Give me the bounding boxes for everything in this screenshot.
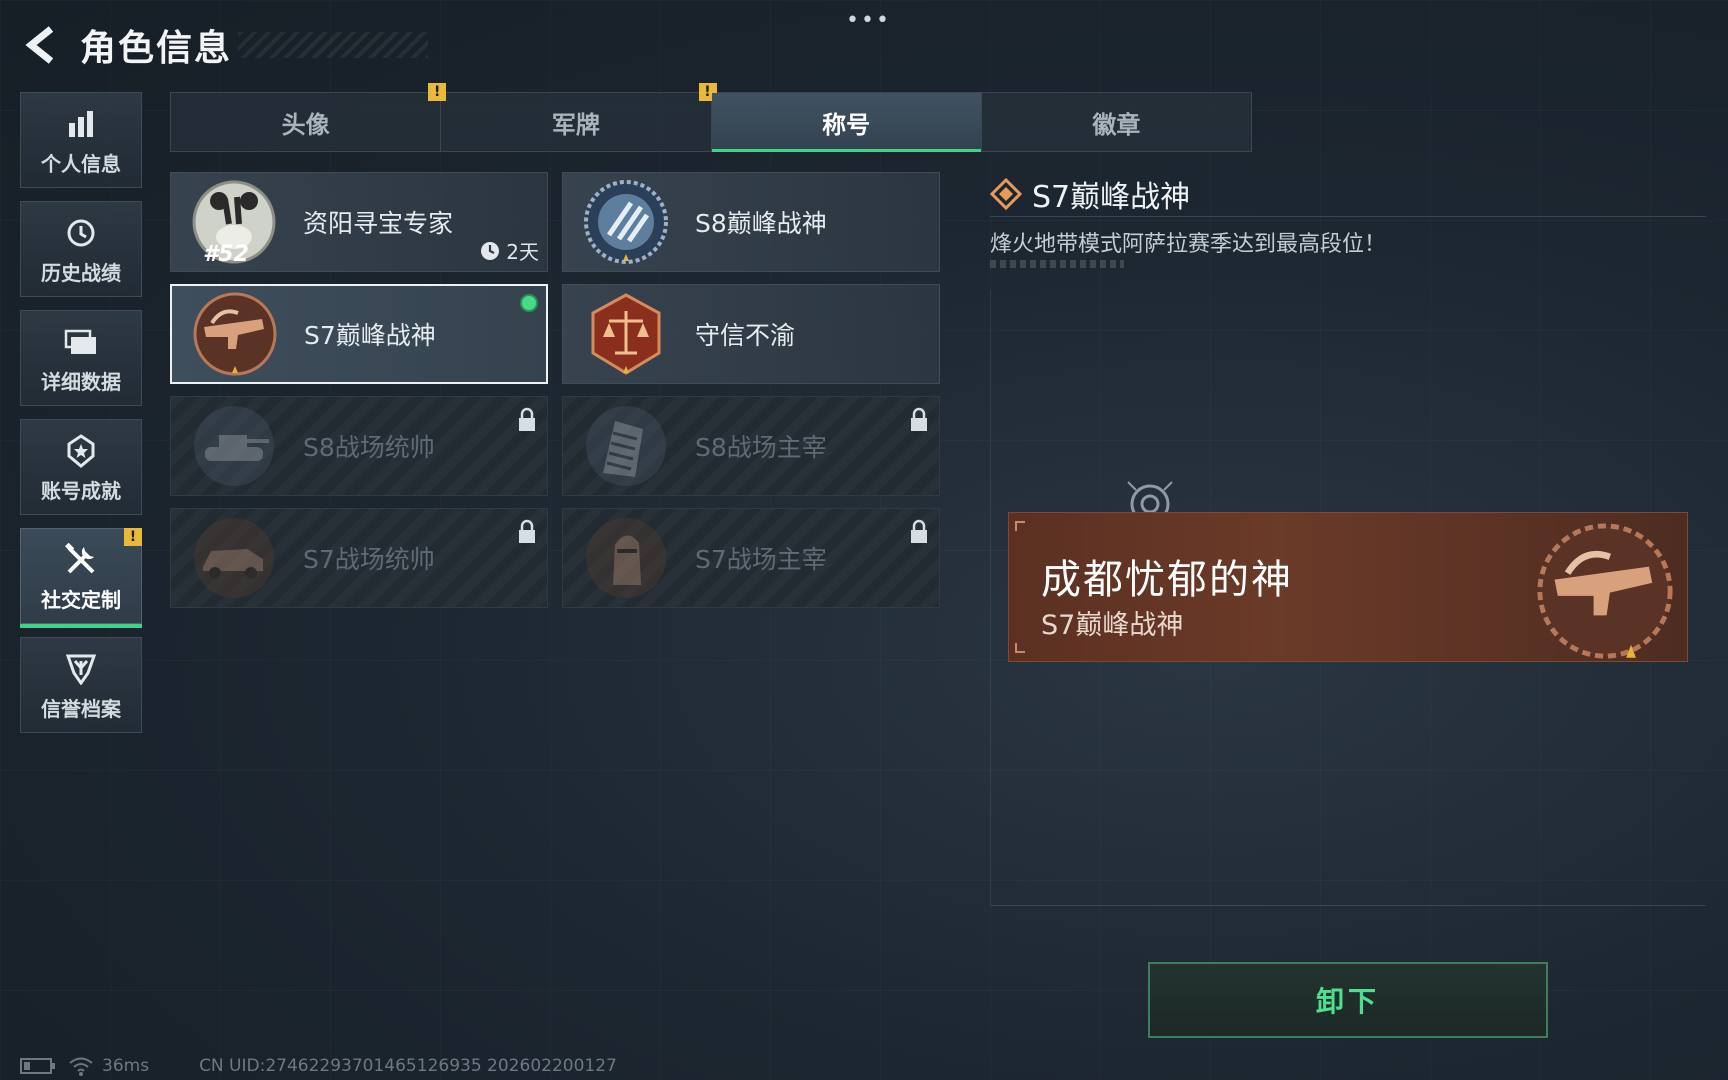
user-uid: CN UID:274622937014651269​35 20260220012…: [199, 1056, 617, 1076]
title-name: S8巅峰战神: [695, 209, 827, 238]
battery-icon: [20, 1058, 55, 1074]
tools-icon: [64, 540, 98, 580]
detail-title-name: S7巅峰战神: [1032, 180, 1191, 215]
ping-value: 36ms: [102, 1056, 150, 1076]
title-name: S8战场主宰: [695, 433, 827, 462]
tab-label: 头像: [281, 110, 330, 139]
title-card[interactable]: 守信不渝: [562, 284, 940, 384]
tab-titles[interactable]: 称号: [711, 93, 982, 152]
tab-badges[interactable]: 徽章: [982, 93, 1251, 151]
back-button[interactable]: [20, 24, 62, 66]
lock-icon: [911, 407, 927, 431]
title-card-locked[interactable]: S8战场统帅: [170, 396, 548, 496]
title-preview-banner: 成都忧郁的神 S7巅峰战神: [1008, 512, 1688, 662]
more-menu-icon[interactable]: •••: [846, 8, 891, 33]
expiry-timer: 2天: [480, 236, 539, 265]
bar-chart-icon: [66, 104, 96, 144]
sidebar-item-achievements[interactable]: 账号成就: [20, 419, 142, 515]
wifi-icon: [69, 1057, 93, 1076]
sidebar-item-label: 详细数据: [41, 369, 121, 394]
shield-emblem-icon: [66, 649, 96, 689]
diamond-icon: [990, 178, 1022, 210]
lock-icon: [519, 519, 535, 543]
sidebar-nav: 个人信息 历史战绩 详细数据 账号成就 ! 社交定制 信誉档案: [20, 92, 144, 746]
rifle-emblem-icon: [1537, 523, 1673, 659]
medal-icon: [66, 431, 96, 471]
rifle-emblem-icon: [190, 289, 280, 379]
sidebar-item-label: 账号成就: [41, 478, 121, 503]
frame-corner: [1015, 643, 1025, 653]
rank-tag: #52: [203, 242, 249, 267]
title-card[interactable]: #52 资阳寻宝专家 2天: [170, 172, 548, 272]
page-header: 角色信息: [20, 22, 429, 69]
tab-label: 徽章: [1092, 110, 1141, 139]
sidebar-item-label: 社交定制: [41, 587, 121, 612]
striped-emblem-icon: [581, 177, 671, 267]
title-card-locked[interactable]: S8战场主宰: [562, 396, 940, 496]
history-clock-icon: [65, 213, 97, 253]
title-decoration: [238, 32, 429, 58]
scales-emblem-icon: [581, 289, 671, 379]
sidebar-item-label: 信誉档案: [41, 696, 121, 721]
sidebar-item-personal-info[interactable]: 个人信息: [20, 92, 142, 188]
tank-emblem-icon: [189, 401, 279, 491]
tab-avatar[interactable]: 头像 !: [171, 83, 447, 151]
preview-title: S7巅峰战神: [1041, 610, 1184, 641]
title-name: S7战场主宰: [695, 545, 827, 574]
sidebar-item-label: 个人信息: [41, 151, 121, 176]
category-tabs: 头像 ! 军牌 ! 称号 徽章: [170, 83, 1252, 152]
preview-nickname: 成都忧郁的神: [1041, 557, 1293, 603]
folders-icon: [64, 322, 98, 362]
title-name: S8战场统帅: [303, 433, 435, 462]
sidebar-item-social-custom[interactable]: ! 社交定制: [20, 528, 142, 628]
lock-icon: [911, 519, 927, 543]
alert-badge: !: [124, 528, 142, 546]
title-card[interactable]: S8巅峰战神: [562, 172, 940, 272]
frame-corner: [1015, 521, 1025, 531]
building-emblem-icon: [581, 401, 671, 491]
sidebar-item-history[interactable]: 历史战绩: [20, 201, 142, 297]
page-title: 角色信息: [80, 28, 233, 69]
unequip-button[interactable]: 卸下: [1148, 962, 1548, 1038]
detail-subtext-decoration: [990, 260, 1124, 268]
title-card-locked[interactable]: S7战场主宰: [562, 508, 940, 608]
title-name: S7战场统帅: [303, 545, 435, 574]
title-name: S7巅峰战神: [304, 321, 436, 350]
tab-label: 称号: [822, 110, 871, 139]
divider: [990, 216, 1706, 217]
back-arrow-icon: [25, 26, 54, 64]
vehicle-emblem-icon: [189, 513, 279, 603]
sidebar-item-detailed-data[interactable]: 详细数据: [20, 310, 142, 406]
tab-dog-tag[interactable]: 军牌 !: [441, 83, 717, 151]
title-name: 守信不渝: [695, 321, 796, 350]
timer-label: 2天: [506, 240, 539, 264]
detail-header: S7巅峰战神: [990, 172, 1190, 216]
clock-icon: [481, 241, 500, 260]
sidebar-item-credit-record[interactable]: 信誉档案: [20, 637, 142, 733]
title-card-locked[interactable]: S7战场统帅: [170, 508, 548, 608]
tab-label: 军牌: [551, 110, 600, 139]
lock-icon: [519, 407, 535, 431]
detail-description: 烽火地带模式阿萨拉赛季达到最高段位！: [990, 232, 1387, 257]
equipped-indicator: [520, 294, 538, 312]
title-name: 资阳寻宝专家: [303, 209, 454, 238]
title-card-selected[interactable]: S7巅峰战神: [170, 284, 548, 384]
status-footer: 36ms CN UID:274622937014651269​35 202602…: [20, 1056, 617, 1076]
sidebar-item-label: 历史战绩: [41, 260, 121, 285]
soldier-emblem-icon: [581, 513, 671, 603]
